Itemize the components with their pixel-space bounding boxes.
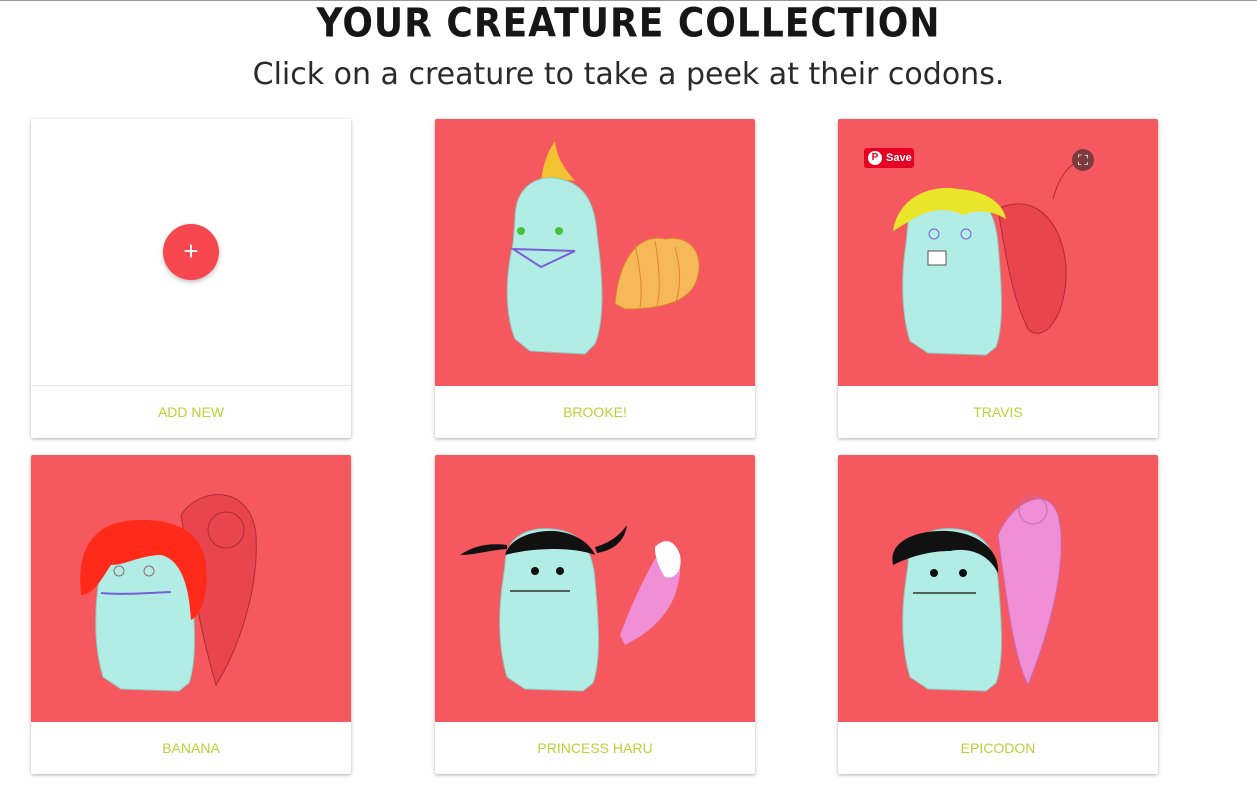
creature-image[interactable] bbox=[435, 119, 755, 386]
add-new-card-area: + bbox=[31, 119, 351, 386]
creature-card-epicodon[interactable]: EPICODON bbox=[838, 455, 1158, 774]
creature-banana-illustration bbox=[80, 494, 257, 692]
add-creature-button[interactable]: + bbox=[163, 224, 219, 280]
expand-icon[interactable]: ⛶ bbox=[1072, 149, 1094, 171]
creature-brooke-illustration bbox=[506, 141, 700, 355]
creature-name[interactable]: TRAVIS bbox=[838, 386, 1158, 438]
creature-princess-haru-illustration bbox=[460, 525, 681, 692]
creature-name[interactable]: EPICODON bbox=[838, 722, 1158, 774]
creature-card-princess-haru[interactable]: PRINCESS HARU bbox=[435, 455, 755, 774]
page-subtitle: Click on a creature to take a peek at th… bbox=[252, 57, 1005, 92]
creature-card-travis[interactable]: P Save ⛶ TRAVIS bbox=[838, 119, 1158, 438]
creature-card-banana[interactable]: BANANA bbox=[31, 455, 351, 774]
creature-name[interactable]: PRINCESS HARU bbox=[435, 722, 755, 774]
creature-name[interactable]: BROOKE! bbox=[435, 386, 755, 438]
pinterest-icon: P bbox=[868, 151, 882, 165]
page-title: YOUR CREATURE COLLECTION bbox=[316, 0, 941, 47]
creature-image[interactable] bbox=[31, 455, 351, 722]
add-new-label[interactable]: ADD NEW bbox=[31, 386, 351, 438]
creature-image[interactable]: P Save ⛶ bbox=[838, 119, 1158, 386]
pinterest-save-button[interactable]: P Save bbox=[864, 148, 914, 168]
add-new-card[interactable]: + ADD NEW bbox=[31, 119, 351, 438]
creature-epicodon-illustration bbox=[892, 495, 1062, 692]
creature-name[interactable]: BANANA bbox=[31, 722, 351, 774]
creature-image[interactable] bbox=[435, 455, 755, 722]
creature-card-brooke[interactable]: BROOKE! bbox=[435, 119, 755, 438]
creature-image[interactable] bbox=[838, 455, 1158, 722]
